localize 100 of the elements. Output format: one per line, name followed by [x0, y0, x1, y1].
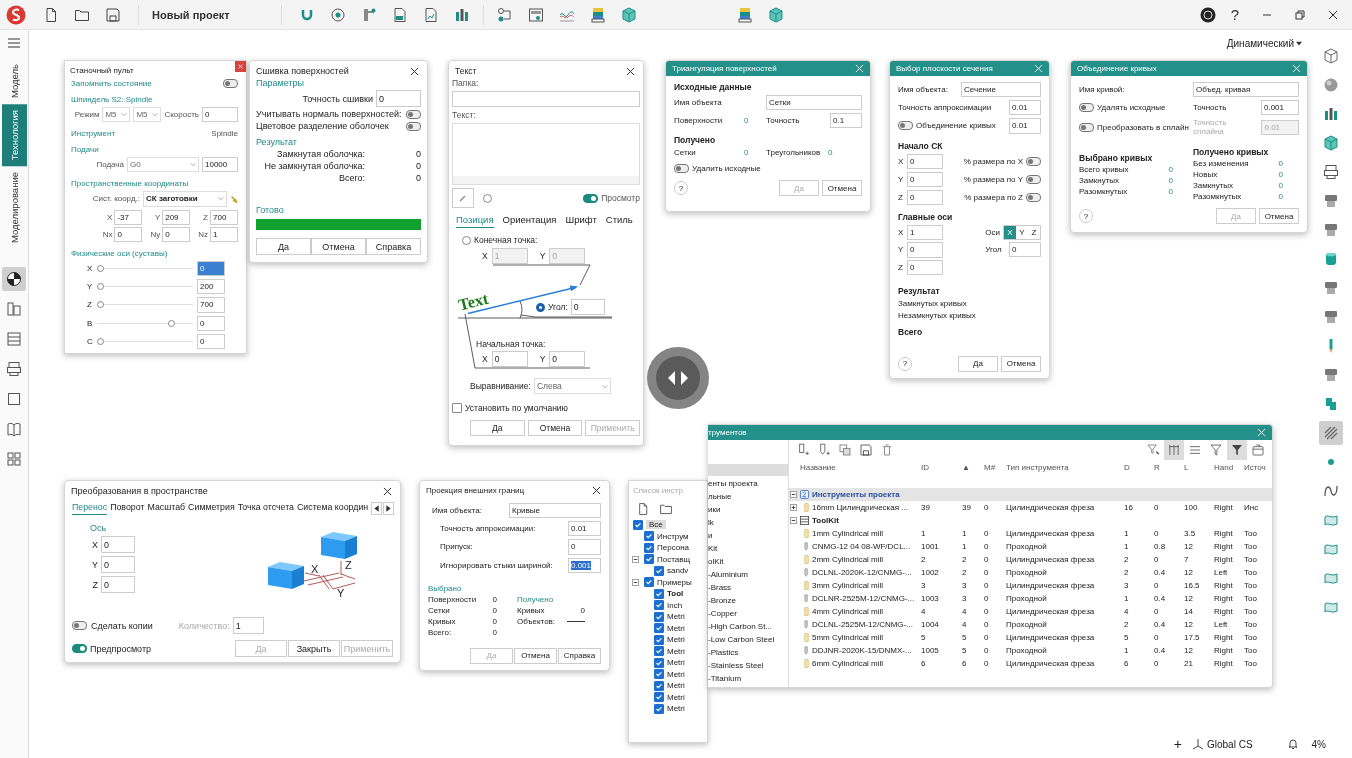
tab[interactable]: Поворот: [110, 502, 145, 515]
tab[interactable]: Перенос: [72, 502, 108, 515]
column-header[interactable]: ▲: [960, 463, 982, 472]
toggle-switch[interactable]: [72, 644, 87, 654]
dropdown[interactable]: СК заготовки: [143, 191, 227, 207]
coordinate-system-button[interactable]: Global CS: [1191, 738, 1253, 750]
slider-thumb[interactable]: [168, 319, 176, 327]
input-field[interactable]: 0: [101, 536, 135, 554]
tab[interactable]: Ориентация: [502, 214, 557, 229]
input-field[interactable]: 0.001: [571, 560, 592, 570]
tab[interactable]: Масштаб: [147, 502, 186, 515]
table-row[interactable]: DCLNL-2525M-12/CNMG-... 1004 4 0 Проходной 2 0.4 12 Left Too: [789, 618, 1272, 631]
input-field[interactable]: Сечение: [961, 82, 1041, 98]
toggle-switch[interactable]: [1026, 156, 1041, 166]
checkbox[interactable]: [654, 565, 664, 576]
table-row[interactable]: DDJNR-2020K-15/DNMX-... 1005 5 0 Проходной 1 0.4 12 Right Too: [789, 644, 1272, 657]
input-field[interactable]: 700: [197, 297, 225, 313]
checkbox[interactable]: [654, 634, 664, 645]
toggle-switch[interactable]: [1079, 103, 1094, 113]
table-row[interactable]: 3mm Cylindrical mill 3 3 0 Цилиндрическая фреза 3 0 16.5 Right Too: [789, 579, 1272, 592]
tab[interactable]: Стиль: [605, 214, 633, 229]
tab[interactable]: Шрифт: [565, 214, 597, 229]
tree-item[interactable]: Metri: [667, 704, 685, 714]
collapse-icon[interactable]: [632, 578, 639, 586]
tree-item[interactable]: Metri: [667, 612, 685, 622]
table-row[interactable]: DCLNL-2020K-12/CNMG-... 1002 2 0 Проходной 2 0.4 12 Left Too: [789, 566, 1272, 579]
view-mode-dropdown[interactable]: Динамический: [1226, 38, 1302, 49]
tree-item[interactable]: Metri: [667, 669, 685, 679]
folder-field[interactable]: [452, 91, 640, 108]
input-field[interactable]: 0: [570, 299, 605, 316]
tab[interactable]: Система координ: [296, 502, 369, 515]
checkbox[interactable]: [654, 669, 664, 680]
dropdown[interactable]: M5: [133, 107, 162, 123]
close-icon[interactable]: [1328, 9, 1338, 20]
axis-toggle[interactable]: Y: [1016, 226, 1028, 240]
checkbox[interactable]: [654, 588, 664, 599]
slider-thumb[interactable]: [97, 337, 104, 345]
input-field[interactable]: 1: [232, 617, 264, 635]
tree-item[interactable]: Все: [646, 520, 666, 530]
collapse-icon[interactable]: [632, 555, 639, 563]
column-header[interactable]: Источ: [1242, 463, 1270, 472]
dropdown[interactable]: Слева: [533, 378, 611, 395]
input-field[interactable]: 0: [571, 542, 576, 552]
toggle-switch[interactable]: [1026, 174, 1041, 184]
tab[interactable]: Симметрия: [188, 502, 235, 515]
column-header[interactable]: Тип инструмента: [1004, 463, 1122, 472]
vertical-tab[interactable]: Модель: [1, 58, 27, 105]
help-button[interactable]: ?: [1230, 6, 1239, 23]
toggle-switch[interactable]: [72, 621, 87, 631]
close-icon[interactable]: [626, 66, 635, 76]
input-field[interactable]: 0: [162, 226, 191, 242]
dialog-button[interactable]: Справка: [558, 647, 601, 664]
table-row[interactable]: 6mm Cylindrical mill 6 6 0 Цилиндрическая фреза 6 0 21 Right Too: [789, 657, 1272, 670]
vertical-tab[interactable]: Технология: [1, 104, 27, 167]
table-row[interactable]: DCLNR-2525M-12/CNMG-... 1003 3 0 Проходной 1 0.4 12 Right Too: [789, 592, 1272, 605]
toggle-switch[interactable]: [406, 121, 421, 131]
toggle-switch[interactable]: [1026, 193, 1041, 203]
restore-icon[interactable]: [1295, 9, 1305, 20]
slider-thumb[interactable]: [97, 301, 104, 309]
axis-toggle[interactable]: X: [1004, 226, 1016, 240]
toggle-switch[interactable]: [583, 193, 599, 203]
dialog-button[interactable]: Справка: [366, 238, 421, 256]
column-header[interactable]: L: [1182, 463, 1212, 472]
split-handle[interactable]: [647, 347, 709, 409]
toggle-switch[interactable]: [223, 79, 238, 88]
input-field[interactable]: 10000: [202, 157, 238, 173]
input-field[interactable]: 0.01: [1009, 118, 1041, 134]
tree-item[interactable]: Примеры: [657, 577, 692, 587]
columns-icon[interactable]: [1164, 440, 1184, 460]
pie-icon[interactable]: [2, 267, 26, 292]
input-field[interactable]: 1: [907, 225, 943, 241]
dialog-button[interactable]: Да: [470, 420, 525, 437]
input-field[interactable]: 0: [101, 556, 135, 574]
table-row[interactable]: 1mm Cylindrical mill 1 1 0 Цилиндрическая фреза 1 0 3.5 Right Too: [789, 527, 1272, 540]
table-row[interactable]: 5mm Cylindrical mill 5 5 0 Цилиндрическая фреза 5 0 17.5 Right Too: [789, 631, 1272, 644]
checkbox[interactable]: [644, 542, 654, 553]
input-field[interactable]: 200: [197, 279, 225, 295]
filter-dark-icon[interactable]: [1227, 440, 1247, 460]
table-row[interactable]: 16mm Цилиндрическая ... 39 39 0 Цилиндрическая фреза 16 0 100 Right Инс: [789, 501, 1272, 514]
tab[interactable]: Точка отсчета: [237, 502, 294, 515]
dialog-button[interactable]: Да: [958, 355, 998, 372]
axis-toggle[interactable]: Z: [1028, 226, 1040, 240]
tree-item[interactable]: sandv: [667, 566, 689, 576]
input-field[interactable]: 0: [907, 171, 943, 187]
checkbox[interactable]: [654, 646, 664, 657]
input-field[interactable]: 0: [1009, 242, 1041, 258]
checkbox[interactable]: [644, 577, 654, 588]
input-field[interactable]: Сетки: [766, 95, 862, 111]
tree-item[interactable]: Инструм: [657, 531, 689, 541]
input-field[interactable]: 0: [202, 107, 238, 123]
column-header[interactable]: ID: [919, 463, 960, 472]
input-field[interactable]: 1: [210, 226, 238, 242]
input-field[interactable]: 0: [549, 351, 586, 368]
slider-thumb[interactable]: [97, 265, 104, 273]
checkbox[interactable]: [452, 403, 462, 414]
tab[interactable]: Позиция: [456, 214, 494, 229]
input-field[interactable]: 700: [210, 209, 238, 225]
input-field[interactable]: -37: [114, 209, 143, 225]
tree-item[interactable]: Персона: [657, 543, 690, 553]
dialog-button[interactable]: Закрыть: [288, 640, 340, 658]
